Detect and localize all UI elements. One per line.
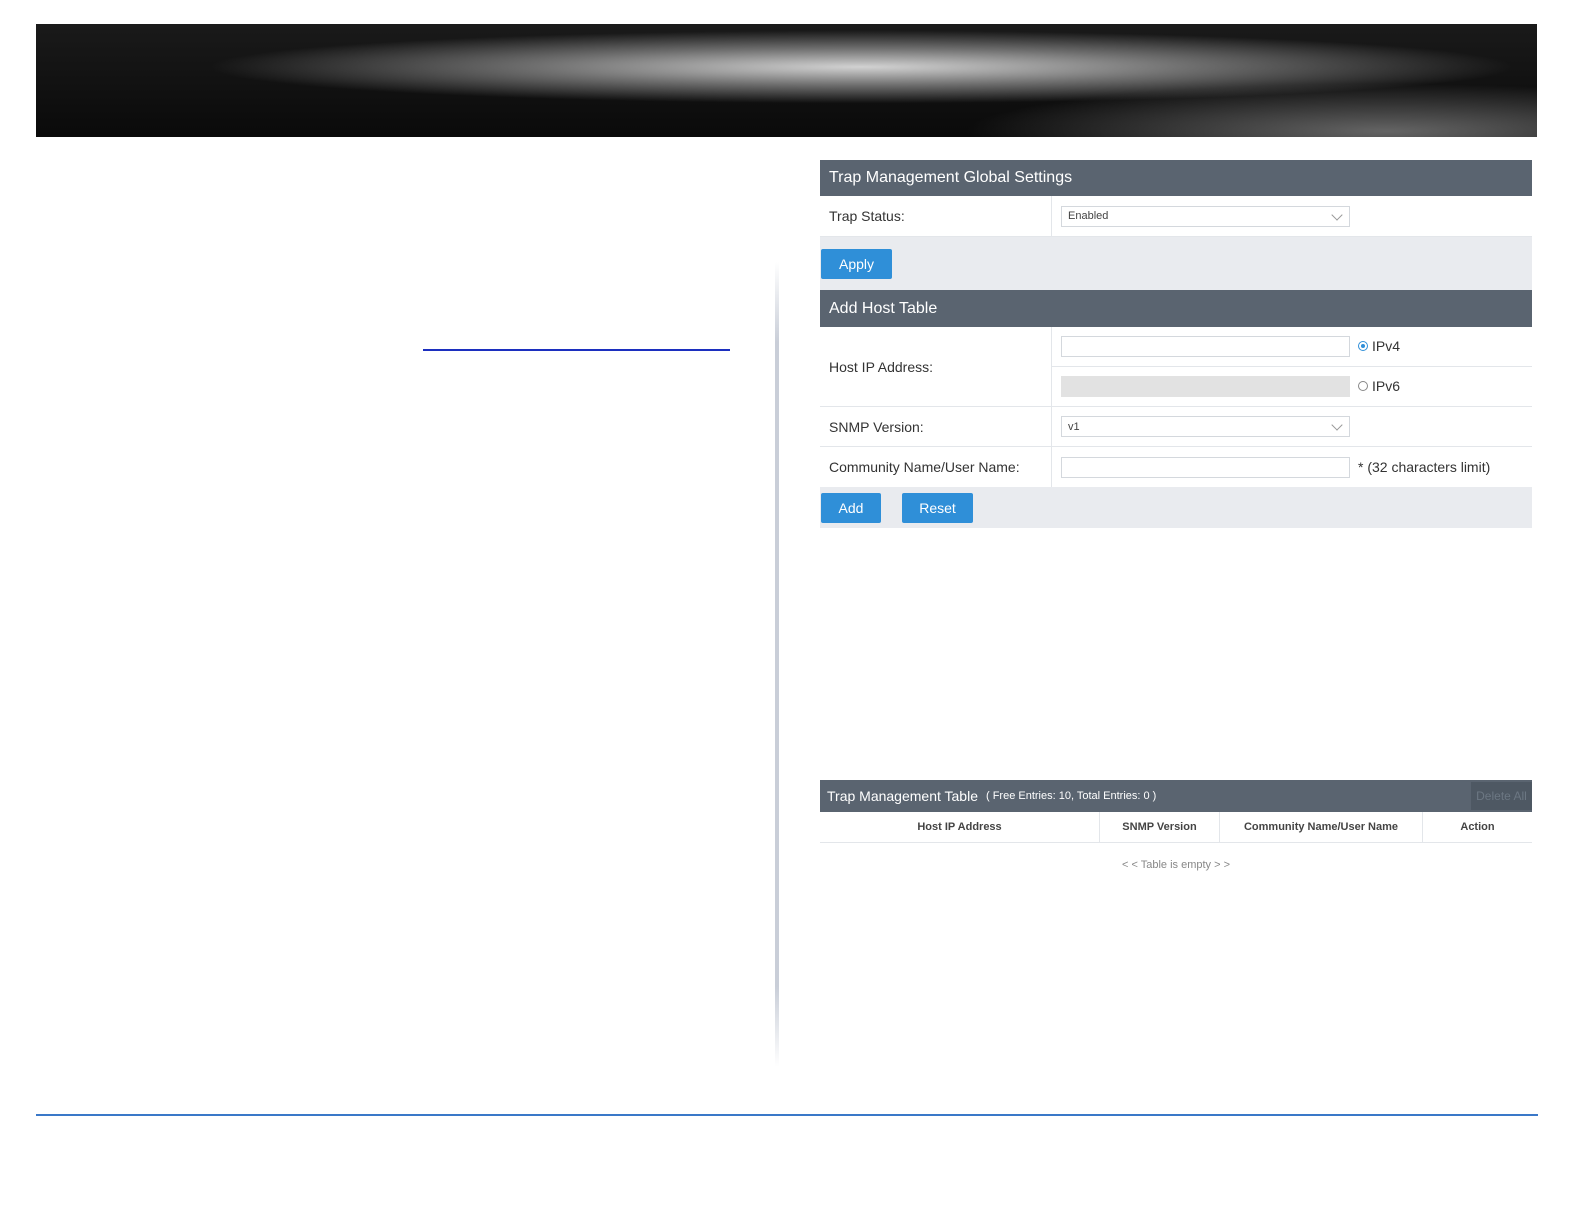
column-header-snmp-version: SNMP Version (1100, 812, 1220, 842)
host-ip-row: Host IP Address: IPv4 IPv6 (820, 327, 1532, 407)
ipv4-label: IPv4 (1372, 338, 1401, 355)
snmp-version-label: SNMP Version: (820, 407, 1052, 446)
trap-table-header: Trap Management Table ( Free Entries: 10… (820, 780, 1532, 812)
community-label: Community Name/User Name: (820, 447, 1052, 487)
reset-button[interactable]: Reset (902, 492, 973, 523)
column-header-community: Community Name/User Name (1220, 812, 1423, 842)
community-row: Community Name/User Name: * (32 characte… (820, 447, 1532, 487)
ipv4-radio[interactable] (1358, 341, 1368, 352)
link-underline (423, 349, 730, 351)
trap-table-panel: Trap Management Table ( Free Entries: 10… (820, 780, 1532, 887)
page-divider (775, 262, 779, 1067)
global-settings-title: Trap Management Global Settings (829, 169, 1073, 186)
column-header-action: Action (1460, 821, 1495, 833)
table-empty-message: < < Table is empty > > (1121, 859, 1231, 871)
trap-table-title: Trap Management Table (827, 788, 978, 804)
ipv6-label: IPv6 (1372, 378, 1401, 395)
trap-table-entries-info: ( Free Entries: 10, Total Entries: 0 ) (985, 790, 1157, 802)
footer-rule (36, 1114, 1538, 1116)
ipv6-address-input[interactable] (1061, 375, 1350, 397)
trap-table-header-row: Host IP Address SNMP Version Community N… (820, 812, 1532, 843)
trap-status-label: Trap Status: (820, 196, 1052, 236)
add-host-actions: Add Reset (820, 487, 1532, 528)
snmp-version-row: SNMP Version: v1 (820, 407, 1532, 447)
global-settings-panel: Trap Management Global Settings Trap Sta… (820, 160, 1532, 290)
host-ip-label: Host IP Address: (820, 327, 1052, 406)
delete-all-button[interactable]: Delete All (1471, 782, 1532, 810)
chevron-down-icon (1331, 419, 1343, 431)
chevron-down-icon (1331, 208, 1343, 221)
add-host-title: Add Host Table (829, 299, 938, 317)
column-header-host-ip: Host IP Address (820, 812, 1100, 842)
community-hint: * (32 characters limit) (1358, 459, 1491, 475)
apply-button[interactable]: Apply (821, 248, 892, 279)
add-host-header: Add Host Table (820, 290, 1532, 327)
add-button[interactable]: Add (821, 492, 881, 523)
ipv4-address-input[interactable] (1061, 335, 1350, 357)
global-settings-actions: Apply (820, 237, 1532, 290)
header-banner (36, 24, 1537, 137)
ipv6-radio[interactable] (1358, 381, 1368, 392)
snmp-version-value: v1 (1068, 420, 1080, 433)
global-settings-header: Trap Management Global Settings (820, 160, 1532, 196)
add-host-panel: Add Host Table Host IP Address: IPv4 IPv… (820, 290, 1532, 528)
trap-status-row: Trap Status: Enabled (820, 196, 1532, 237)
trap-status-select[interactable]: Enabled (1061, 205, 1350, 227)
trap-status-value: Enabled (1068, 210, 1109, 222)
snmp-version-select[interactable]: v1 (1061, 416, 1350, 437)
community-name-input[interactable] (1061, 456, 1350, 478)
